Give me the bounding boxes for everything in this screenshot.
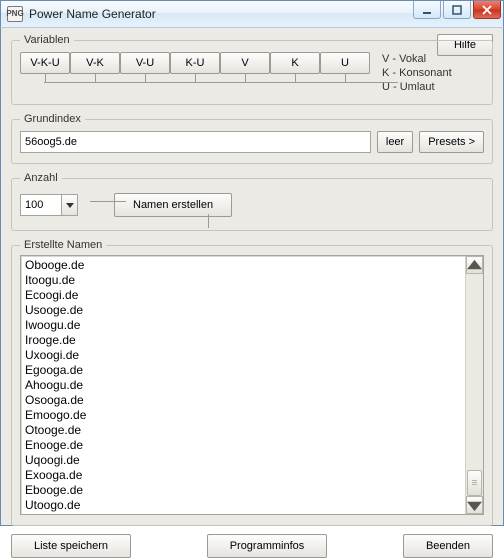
list-item[interactable]: Egooga.de <box>25 363 461 378</box>
list-item[interactable]: Obooge.de <box>25 258 461 273</box>
list-item[interactable]: Ahoogu.de <box>25 378 461 393</box>
anzahl-input[interactable] <box>21 195 61 215</box>
presets-button[interactable]: Presets > <box>419 131 484 153</box>
scrollbar[interactable] <box>465 256 483 514</box>
variable-button-v-k[interactable]: V-K <box>70 52 120 74</box>
variable-tick <box>245 74 246 82</box>
variable-tick <box>345 74 346 82</box>
legend-vokal: V - Vokal <box>382 52 452 66</box>
variable-button-k-u[interactable]: K-U <box>170 52 220 74</box>
list-item[interactable]: Enooge.de <box>25 438 461 453</box>
list-item[interactable]: Iwoogu.de <box>25 318 461 333</box>
scroll-up-button[interactable] <box>466 256 483 274</box>
variable-tick <box>95 74 96 82</box>
app-icon: PNG <box>7 6 23 22</box>
anzahl-combo[interactable] <box>20 194 78 216</box>
variable-buttons: V-K-UV-KV-UK-UVKU <box>20 52 370 86</box>
scroll-down-button[interactable] <box>466 496 483 514</box>
variable-legend: V - Vokal K - Konsonant U - Umlaut <box>382 52 452 94</box>
variable-tick <box>295 74 296 82</box>
anzahl-dropdown-button[interactable] <box>61 195 77 215</box>
scroll-thumb[interactable] <box>467 470 482 496</box>
exit-button[interactable]: Beenden <box>403 534 493 558</box>
window-title: Power Name Generator <box>29 7 156 21</box>
list-item[interactable]: Irooge.de <box>25 333 461 348</box>
create-names-button[interactable]: Namen erstellen <box>114 193 232 217</box>
list-item[interactable]: Itoogu.de <box>25 273 461 288</box>
list-item[interactable]: Osooga.de <box>25 393 461 408</box>
grundindex-input[interactable] <box>20 131 371 153</box>
group-grundindex: Grundindex leer Presets > <box>11 113 493 164</box>
list-item[interactable]: Ecoogi.de <box>25 288 461 303</box>
titlebar: PNG Power Name Generator <box>0 0 504 28</box>
list-item[interactable]: Usooge.de <box>25 303 461 318</box>
group-erstellte-namen: Erstellte Namen Obooge.deItoogu.deEcoogi… <box>11 239 493 526</box>
window-controls <box>413 1 501 19</box>
label-variablen: Variablen <box>20 34 74 46</box>
connector-line <box>90 201 126 202</box>
list-item[interactable]: Emoogo.de <box>25 408 461 423</box>
connector-line-vertical <box>208 214 209 228</box>
variable-button-u[interactable]: U <box>320 52 370 74</box>
close-button[interactable] <box>473 1 501 19</box>
names-listbox[interactable]: Obooge.deItoogu.deEcoogi.deUsooge.deIwoo… <box>20 255 484 515</box>
label-grundindex: Grundindex <box>20 113 85 125</box>
save-list-button[interactable]: Liste speichern <box>11 534 131 558</box>
list-item[interactable]: Utoogo.de <box>25 498 461 513</box>
list-item[interactable]: Uqoogi.de <box>25 453 461 468</box>
maximize-button[interactable] <box>443 1 471 19</box>
variable-button-v-u[interactable]: V-U <box>120 52 170 74</box>
names-list: Obooge.deItoogu.deEcoogi.deUsooge.deIwoo… <box>21 256 465 514</box>
list-item[interactable]: Exooga.de <box>25 468 461 483</box>
client-area: Hilfe Variablen V-K-UV-KV-UK-UVKU V - Vo… <box>0 28 504 526</box>
variable-tick <box>145 74 146 82</box>
variable-button-v-k-u[interactable]: V-K-U <box>20 52 70 74</box>
legend-konsonant: K - Konsonant <box>382 66 452 80</box>
bottom-button-row: Liste speichern Programminfos Beenden <box>11 534 493 558</box>
variable-tick <box>45 74 46 82</box>
group-variablen: Variablen V-K-UV-KV-UK-UVKU V - Vokal K … <box>11 34 493 105</box>
clear-button[interactable]: leer <box>377 131 413 153</box>
program-info-button[interactable]: Programminfos <box>207 534 328 558</box>
list-item[interactable]: Ebooge.de <box>25 483 461 498</box>
minimize-button[interactable] <box>413 1 441 19</box>
label-anzahl: Anzahl <box>20 172 62 184</box>
list-item[interactable]: Otooge.de <box>25 423 461 438</box>
variable-button-k[interactable]: K <box>270 52 320 74</box>
variable-connector-line <box>44 82 398 83</box>
scroll-track[interactable] <box>466 274 483 496</box>
variable-button-v[interactable]: V <box>220 52 270 74</box>
group-anzahl: Anzahl Namen erstellen <box>11 172 493 231</box>
variable-tick <box>195 74 196 82</box>
label-erstellte: Erstellte Namen <box>20 239 106 251</box>
list-item[interactable]: Uxoogi.de <box>25 348 461 363</box>
